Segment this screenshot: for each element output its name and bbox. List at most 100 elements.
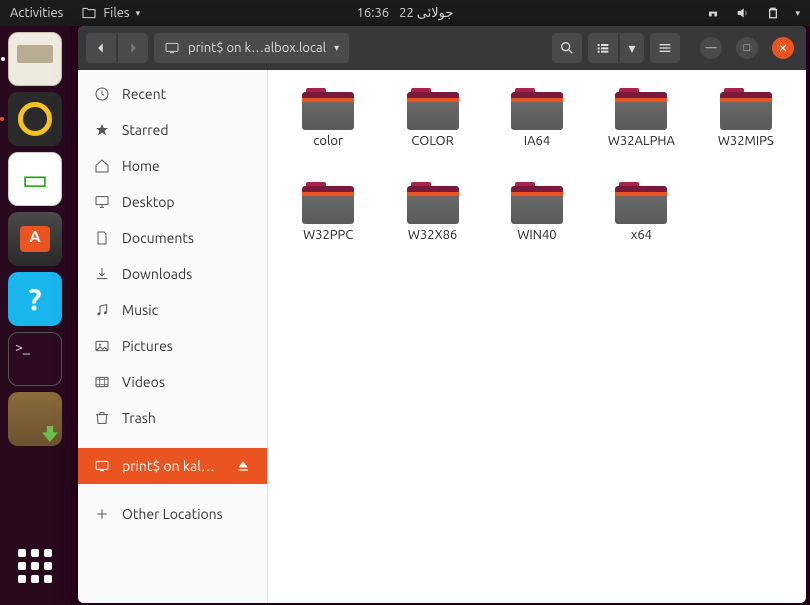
folder-icon	[615, 88, 667, 130]
dock-show-applications[interactable]	[8, 539, 62, 593]
hamburger-icon	[657, 40, 673, 56]
sidebar-item-documents[interactable]: Documents	[78, 220, 267, 256]
chevron-down-icon: ▾	[334, 42, 339, 54]
dock-help[interactable]: ?	[8, 272, 62, 326]
sidebar-item-label: Pictures	[122, 338, 173, 354]
files-window: print$ on k…albox.local ▾ ▾ — □ ✕ Recent	[78, 26, 806, 603]
sidebar-item-videos[interactable]: Videos	[78, 364, 267, 400]
dock-terminal[interactable]: >_	[8, 332, 62, 386]
network-icon[interactable]	[705, 5, 721, 21]
sidebar-item-label: Downloads	[122, 266, 192, 282]
folder-label: x64	[631, 228, 652, 242]
dock: ▭ ? >_	[0, 26, 70, 605]
list-icon	[595, 40, 611, 56]
dock-software[interactable]	[8, 212, 62, 266]
sidebar-item-label: Documents	[122, 230, 194, 246]
music-icon	[94, 302, 110, 318]
folder-icon	[720, 88, 772, 130]
dock-libreoffice[interactable]: ▭	[8, 152, 62, 206]
clock-time[interactable]: 16:36	[357, 6, 390, 21]
folder-item[interactable]: W32ALPHA	[591, 88, 691, 178]
sidebar-item-downloads[interactable]: Downloads	[78, 256, 267, 292]
eject-icon[interactable]	[235, 458, 251, 474]
folder-icon	[615, 182, 667, 224]
folder-label: W32MIPS	[718, 134, 774, 148]
desktop-icon	[94, 194, 110, 210]
sidebar-item-trash[interactable]: Trash	[78, 400, 267, 436]
star-icon	[94, 122, 110, 138]
network-folder-icon	[164, 40, 180, 56]
clock-date: جولائی 22	[399, 6, 453, 21]
folder-icon	[81, 5, 97, 21]
hamburger-menu-button[interactable]	[650, 33, 680, 63]
home-icon	[94, 158, 110, 174]
battery-icon[interactable]	[765, 5, 781, 21]
window-close-button[interactable]: ✕	[772, 37, 794, 59]
app-menu-label: Files	[103, 6, 129, 20]
clock-icon	[94, 86, 110, 102]
app-menu[interactable]: Files ▾	[81, 5, 140, 21]
window-minimize-button[interactable]: —	[700, 37, 722, 59]
nav-back-button[interactable]	[86, 33, 116, 63]
plus-icon	[94, 506, 110, 522]
sidebar-item-pictures[interactable]: Pictures	[78, 328, 267, 364]
folder-icon	[407, 182, 459, 224]
folder-item[interactable]: W32MIPS	[696, 88, 796, 178]
folder-item[interactable]: COLOR	[382, 88, 482, 178]
path-bar[interactable]: print$ on k…albox.local ▾	[154, 33, 349, 63]
view-list-button[interactable]	[588, 33, 618, 63]
sidebar-item-label: Music	[122, 302, 158, 318]
sidebar-item-music[interactable]: Music	[78, 292, 267, 328]
sidebar-item-label: Other Locations	[122, 506, 223, 522]
folder-icon	[302, 88, 354, 130]
sidebar-item-label: Recent	[122, 86, 166, 102]
activities-button[interactable]: Activities	[10, 6, 63, 20]
nav-forward-button[interactable]	[118, 33, 148, 63]
folder-item[interactable]: color	[278, 88, 378, 178]
folder-icon	[302, 182, 354, 224]
download-icon	[94, 266, 110, 282]
sidebar-item-label: print$ on kal…	[122, 458, 215, 474]
dock-package[interactable]	[8, 392, 62, 446]
dock-rhythmbox[interactable]	[8, 92, 62, 146]
videos-icon	[94, 374, 110, 390]
folder-item[interactable]: W32PPC	[278, 182, 378, 272]
chevron-down-icon: ▾	[136, 8, 141, 19]
search-icon	[559, 40, 575, 56]
folder-icon	[511, 182, 563, 224]
sidebar-item-label: Starred	[122, 122, 169, 138]
sidebar-item-mount[interactable]: print$ on kal…	[78, 448, 267, 484]
sidebar-item-label: Videos	[122, 374, 165, 390]
sidebar-item-recent[interactable]: Recent	[78, 76, 267, 112]
folder-label: color	[313, 134, 343, 148]
folder-icon	[511, 88, 563, 130]
folder-label: W32X86	[408, 228, 457, 242]
window-maximize-button[interactable]: □	[736, 37, 758, 59]
sidebar-item-other-locations[interactable]: Other Locations	[78, 496, 267, 532]
chevron-down-icon[interactable]: ▾	[795, 8, 800, 19]
sidebar-item-home[interactable]: Home	[78, 148, 267, 184]
dock-files[interactable]	[8, 32, 62, 86]
folder-icon	[407, 88, 459, 130]
volume-icon[interactable]	[735, 5, 751, 21]
folder-view[interactable]: color COLOR IA64 W32ALPHA W32MIPS W32PPC W32X8…	[268, 70, 806, 603]
sidebar-item-label: Desktop	[122, 194, 175, 210]
view-menu-button[interactable]: ▾	[620, 33, 644, 63]
document-icon	[94, 230, 110, 246]
network-drive-icon	[94, 458, 110, 474]
folder-label: W32ALPHA	[608, 134, 675, 148]
sidebar-item-label: Home	[122, 158, 160, 174]
folder-item[interactable]: x64	[591, 182, 691, 272]
search-button[interactable]	[552, 33, 582, 63]
trash-icon	[94, 410, 110, 426]
folder-label: IA64	[524, 134, 550, 148]
sidebar: Recent Starred Home Desktop Documents Do…	[78, 70, 268, 603]
path-label: print$ on k…albox.local	[188, 41, 326, 55]
titlebar: print$ on k…albox.local ▾ ▾ — □ ✕	[78, 26, 806, 70]
folder-item[interactable]: WIN40	[487, 182, 587, 272]
sidebar-item-desktop[interactable]: Desktop	[78, 184, 267, 220]
folder-item[interactable]: IA64	[487, 88, 587, 178]
sidebar-item-starred[interactable]: Starred	[78, 112, 267, 148]
top-panel: Activities Files ▾ 16:36 جولائی 22 ▾	[0, 0, 810, 26]
folder-item[interactable]: W32X86	[382, 182, 482, 272]
